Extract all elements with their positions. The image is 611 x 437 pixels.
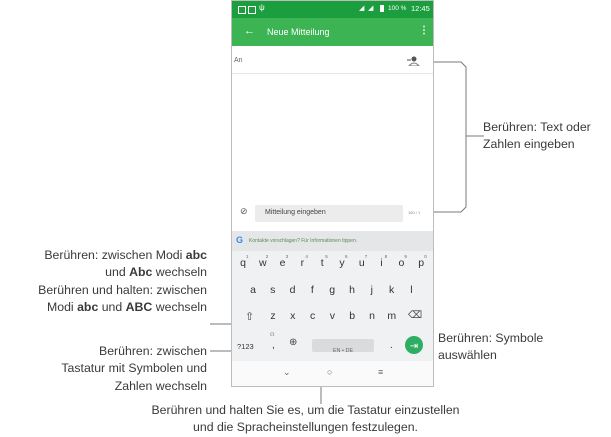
callout-modes-line1: Berühren: zwischen Modi abc [44,248,207,262]
message-placeholder: Mitteilung eingeben [265,209,326,216]
status-bar: ψ ◢ ◢ 100 % 12:45 [232,1,433,18]
key-number-hint: 5 [325,254,328,259]
callout-symbols-toggle-line1: Berühren: zwischen [99,344,207,358]
callout-language: Berühren und halten Sie es, um die Tasta… [0,402,611,437]
key-k[interactable]: k [383,284,401,296]
shift-key[interactable]: ⇧ [245,310,254,323]
app-bar-title: Neue Mitteilung [267,27,330,37]
key-number-hint: 3 [285,254,289,259]
key-row-3: ⇧ ⌫ zxcvbnm [232,310,433,330]
key-l[interactable]: l [402,284,420,296]
callout-text-input: Berühren: Text oder Zahlen eingeben [483,119,591,154]
comma-key[interactable]: , [272,340,275,351]
key-number-hint: 4 [305,254,308,259]
character-counter: 160 / 1 [408,210,421,215]
key-q[interactable]: q [234,257,252,269]
key-x[interactable]: x [284,310,302,322]
key-n[interactable]: n [363,310,381,322]
key-t[interactable]: t [313,257,331,269]
callout-symbols-select-line1: Berühren: Symbole [438,331,544,345]
key-h[interactable]: h [343,284,361,296]
key-row-4: ?123 , ☊ ⊕ EN • DE . ⇥ [232,332,433,354]
key-number-hint: 8 [384,254,388,259]
callout-text-input-line2: Zahlen eingeben [483,137,575,152]
notification-icon [238,6,246,14]
key-number-hint: 6 [345,254,348,259]
key-y[interactable]: y [333,257,351,269]
key-number-hint: 2 [265,254,269,259]
period-key[interactable]: . [390,340,393,351]
microphone-icon: ☊ [270,332,275,338]
key-b[interactable]: b [343,310,361,322]
key-m[interactable]: m [383,310,401,322]
callout-language-line1: Berühren und halten Sie es, um die Tasta… [151,403,460,417]
key-row-2: asdfghjkl [232,284,433,304]
recipient-row[interactable]: An [232,49,433,74]
wifi-icon: ◢ [359,5,365,12]
nav-home-icon[interactable]: ○ [327,367,332,377]
phone-screen: ψ ◢ ◢ 100 % 12:45 ← Neue Mitteilung ⋮ An… [231,0,434,387]
key-v[interactable]: v [323,310,341,322]
nav-back-icon[interactable]: ⌄ [283,367,291,378]
google-g-icon: G [236,235,244,245]
key-row-1: q1w2e3r4t5y6u7i8o9p0 [232,254,433,274]
key-u[interactable]: u [353,257,371,269]
callout-text-input-line1: Berühren: Text oder [483,120,591,134]
symbols-key[interactable]: ?123 [237,342,254,351]
recipient-label: An [234,57,243,64]
key-a[interactable]: a [244,284,262,296]
clock: 12:45 [411,4,430,13]
callout-symbols-toggle: Berühren: zwischen Tastatur mit Symbolen… [61,343,207,395]
callout-language-line2: und die Spracheinstellungen festzulegen. [193,420,418,435]
callout-modes-line3: Berühren und halten: zwischen [38,282,207,297]
key-c[interactable]: c [304,310,322,322]
signal-icon: ◢ [368,5,374,12]
callout-modes-line4: Modi abc und ABC wechseln [47,300,207,315]
key-e[interactable]: e [274,257,292,269]
nav-recents-icon[interactable]: ≡ [378,367,383,377]
back-arrow-icon[interactable]: ← [244,25,255,37]
key-f[interactable]: f [303,284,321,296]
key-number-hint: 1 [246,254,249,259]
key-g[interactable]: g [323,284,341,296]
navigation-bar: ⌄ ○ ≡ [232,361,433,386]
key-d[interactable]: d [284,284,302,296]
key-r[interactable]: r [293,257,311,269]
enter-key[interactable]: ⇥ [405,336,423,354]
enter-arrow-icon: ⇥ [409,341,419,352]
message-input[interactable]: Mitteilung eingeben [255,205,403,222]
callout-symbols-toggle-line2: Tastatur mit Symbolen und [61,361,207,376]
callout-modes-line2: und Abc wechseln [105,265,207,280]
compose-row: ⊘ Mitteilung eingeben 160 / 1 [232,197,433,229]
key-j[interactable]: j [363,284,381,296]
keyboard: G Kontakte vorschlagen? Für Informatione… [232,231,433,361]
attachment-icon[interactable]: ⊘ [240,206,248,217]
usb-icon: ψ [259,3,265,12]
battery-percent: 100 % [388,5,407,12]
space-bar[interactable]: EN • DE [312,339,374,354]
image-icon [248,6,256,14]
globe-key-icon[interactable]: ⊕ [289,337,297,348]
key-o[interactable]: o [392,257,410,269]
suggestion-text: Kontakte vorschlagen? Für Informationen … [249,238,358,244]
overflow-menu-icon[interactable]: ⋮ [419,25,429,36]
key-w[interactable]: w [254,257,272,269]
space-bar-language: EN • DE [332,348,354,354]
key-p[interactable]: p [412,257,430,269]
key-number-hint: 7 [364,254,368,259]
key-number-hint: 0 [424,254,427,259]
add-contact-icon[interactable] [407,56,421,66]
suggestion-bar[interactable]: G Kontakte vorschlagen? Für Informatione… [232,231,433,251]
key-s[interactable]: s [264,284,282,296]
callout-symbols-toggle-line3: Zahlen wechseln [114,378,207,393]
callout-modes: Berühren: zwischen Modi abc und Abc wech… [38,247,207,317]
callout-symbols-select-line2: auswählen [438,348,497,363]
key-i[interactable]: i [373,257,391,269]
key-number-hint: 9 [404,254,407,259]
callout-symbols-select: Berühren: Symbole auswählen [438,330,543,365]
battery-icon [380,5,384,12]
app-bar: ← Neue Mitteilung ⋮ [232,18,433,46]
key-z[interactable]: z [264,310,282,322]
backspace-key[interactable]: ⌫ [408,310,422,321]
